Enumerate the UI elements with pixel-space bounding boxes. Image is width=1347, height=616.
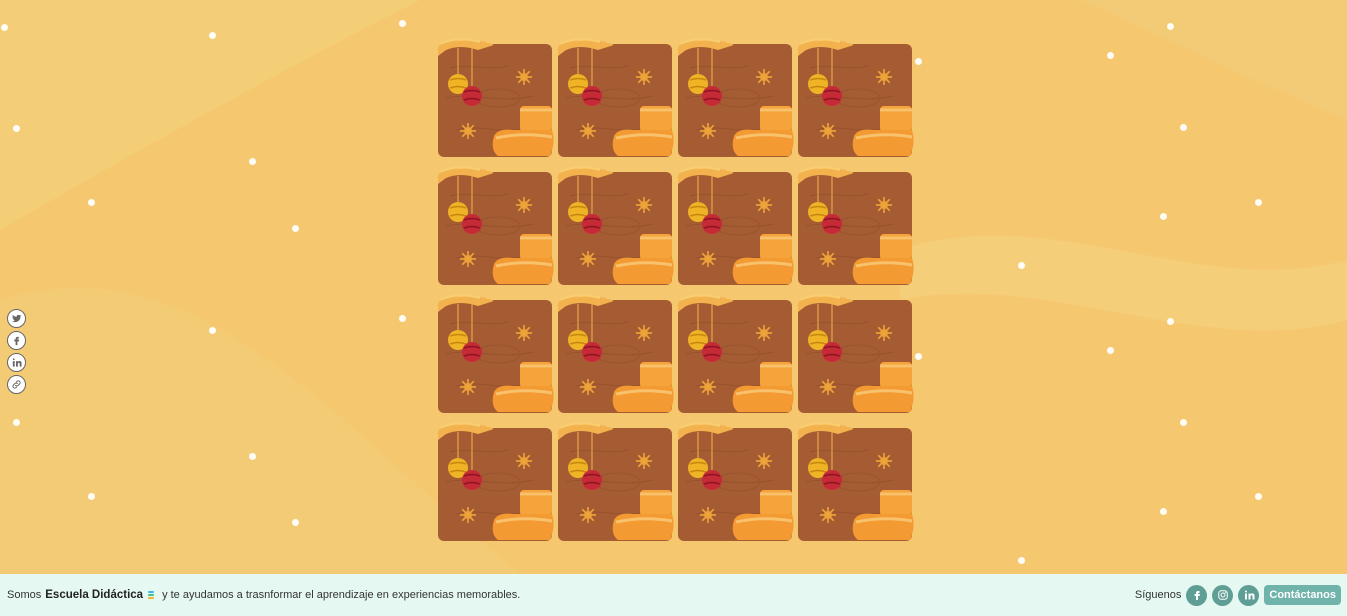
follow-label: Síguenos <box>1134 589 1182 601</box>
memory-card[interactable] <box>438 166 554 285</box>
facebook-icon <box>14 336 20 346</box>
linkedin-button[interactable] <box>1238 584 1260 606</box>
ornaments-card-back-icon <box>678 166 794 285</box>
ornaments-card-back-icon <box>678 422 794 541</box>
contact-button[interactable]: Contáctanos <box>1264 585 1341 605</box>
ornaments-card-back-icon <box>678 294 794 413</box>
memory-card[interactable] <box>558 38 674 157</box>
ornaments-card-back-icon <box>438 166 554 285</box>
ornaments-card-back-icon <box>438 38 554 157</box>
twitter-icon <box>12 314 22 323</box>
ornaments-card-back-icon <box>558 38 674 157</box>
linkedin-icon <box>1244 590 1255 600</box>
snow-dot <box>915 58 922 65</box>
memory-card-grid <box>438 38 914 541</box>
instagram-button[interactable] <box>1212 584 1234 606</box>
snow-dot <box>292 519 299 526</box>
snow-dot <box>1255 493 1262 500</box>
footer-credit: Somos Escuela Didáctica y te ayudamos a … <box>7 589 520 601</box>
share-linkedin-button[interactable] <box>7 353 26 372</box>
memory-card[interactable] <box>558 422 674 541</box>
snow-dot <box>1160 508 1167 515</box>
snow-dot <box>1107 347 1114 354</box>
snow-dot <box>209 32 216 39</box>
snow-dot <box>915 353 922 360</box>
memory-card[interactable] <box>798 422 914 541</box>
footer-actions: Síguenos Contáctanos <box>1134 584 1341 606</box>
share-twitter-button[interactable] <box>7 309 26 328</box>
snow-dot <box>13 125 20 132</box>
ornaments-card-back-icon <box>558 422 674 541</box>
instagram-icon <box>1218 590 1228 600</box>
share-facebook-button[interactable] <box>7 331 26 350</box>
ornaments-card-back-icon <box>798 422 914 541</box>
snow-dot <box>1255 199 1262 206</box>
snow-dot <box>292 225 299 232</box>
memory-card[interactable] <box>678 166 794 285</box>
snow-dot <box>249 453 256 460</box>
linkedin-icon <box>12 358 22 367</box>
footer-bar: Somos Escuela Didáctica y te ayudamos a … <box>0 574 1347 616</box>
game-stage <box>0 0 1347 574</box>
footer-prefix: Somos <box>7 589 42 601</box>
brand-name[interactable]: Escuela Didáctica <box>45 589 143 601</box>
memory-card[interactable] <box>438 422 554 541</box>
ornaments-card-back-icon <box>798 294 914 413</box>
memory-card[interactable] <box>678 38 794 157</box>
facebook-button[interactable] <box>1186 584 1208 606</box>
memory-card[interactable] <box>438 294 554 413</box>
snow-dot <box>13 419 20 426</box>
ornaments-card-back-icon <box>678 38 794 157</box>
snow-dot <box>1018 557 1025 564</box>
snow-dot <box>1 24 8 31</box>
snow-dot <box>1180 124 1187 131</box>
snow-dot <box>88 493 95 500</box>
memory-card[interactable] <box>558 166 674 285</box>
ornaments-card-back-icon <box>558 166 674 285</box>
memory-card[interactable] <box>798 166 914 285</box>
snow-dot <box>1167 318 1174 325</box>
ornaments-card-back-icon <box>438 422 554 541</box>
ornaments-card-back-icon <box>798 166 914 285</box>
snow-dot <box>249 158 256 165</box>
memory-card[interactable] <box>798 38 914 157</box>
ornaments-card-back-icon <box>438 294 554 413</box>
share-bar <box>7 309 26 394</box>
snow-dot <box>1167 23 1174 30</box>
memory-card[interactable] <box>558 294 674 413</box>
facebook-icon <box>1194 591 1200 600</box>
ornaments-card-back-icon <box>798 38 914 157</box>
memory-card[interactable] <box>438 38 554 157</box>
ornaments-card-back-icon <box>558 294 674 413</box>
share-link-button[interactable] <box>7 375 26 394</box>
memory-card[interactable] <box>678 294 794 413</box>
snow-dot <box>1160 213 1167 220</box>
snow-dot <box>1018 262 1025 269</box>
memory-card[interactable] <box>678 422 794 541</box>
footer-tagline: y te ayudamos a trasnformar el aprendiza… <box>162 589 521 601</box>
snow-dot <box>1107 52 1114 59</box>
snow-dot <box>399 315 406 322</box>
link-icon <box>12 380 21 389</box>
snow-dot <box>88 199 95 206</box>
snow-dot <box>399 20 406 27</box>
memory-card[interactable] <box>798 294 914 413</box>
snow-dot <box>209 327 216 334</box>
brand-logo-icon <box>148 591 155 599</box>
snow-dot <box>1180 419 1187 426</box>
